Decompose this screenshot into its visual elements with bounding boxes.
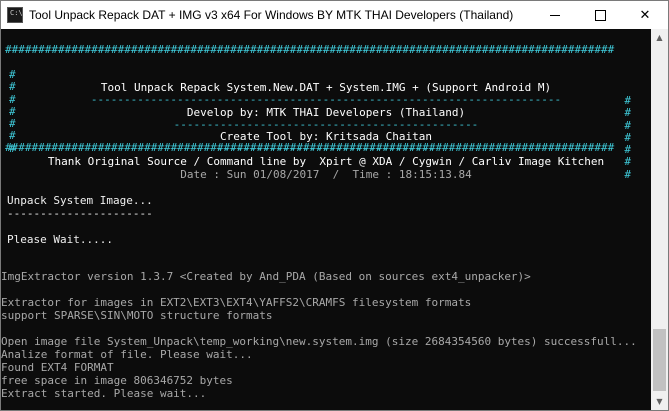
minimize-icon (550, 14, 560, 16)
chevron-up-icon: ▲ (656, 33, 663, 42)
output-line: ImgExtractor version 1.3.7 <Created by A… (1, 270, 531, 283)
banner-row: # --------------------------------- # (1, 116, 651, 168)
output-line: Open image file System_Unpack\temp_worki… (1, 335, 637, 348)
output-line: Found EXT4 FORMAT (1, 361, 114, 374)
console-window: C:\ Tool Unpack Repack DAT + IMG v3 x64 … (0, 0, 669, 411)
banner-row: # --------------------------------------… (1, 67, 651, 119)
window-title: Tool Unpack Repack DAT + IMG v3 x64 For … (29, 8, 514, 22)
output-line: Extractor for images in EXT2\EXT3\EXT4\Y… (1, 296, 472, 309)
scroll-down-button[interactable]: ▼ (651, 393, 668, 410)
banner-border-bottom: ########################################… (5, 141, 615, 154)
console-app-icon-label: C:\ (10, 9, 23, 17)
close-icon: ✕ (639, 7, 651, 23)
status-heading: Unpack System Image... (7, 194, 153, 207)
chevron-down-icon: ▼ (656, 397, 663, 406)
minimize-button[interactable] (532, 1, 578, 29)
banner-credits: Thank Original Source / Command line by … (47, 155, 605, 168)
status-underline: ---------------------- (7, 207, 153, 220)
output-line: support SPARSE\SIN\MOTO structure format… (1, 309, 273, 322)
scrollbar-thumb[interactable] (653, 329, 666, 391)
title-bar[interactable]: C:\ Tool Unpack Repack DAT + IMG v3 x64 … (1, 1, 668, 29)
console-output[interactable]: ########################################… (1, 29, 651, 410)
output-line: Analize format of file. Please wait... (1, 348, 253, 361)
output-line: free space in image 806346752 bytes (1, 374, 233, 387)
maximize-button[interactable] (577, 1, 623, 29)
datetime-line: Date : Sun 01/08/2017 / Time : 18:15:13.… (180, 168, 472, 181)
scroll-up-button[interactable]: ▲ (651, 29, 668, 46)
vertical-scrollbar[interactable]: ▲ ▼ (651, 29, 668, 410)
console-app-icon[interactable]: C:\ (7, 7, 23, 23)
maximize-icon (594, 9, 606, 21)
status-wait: Please Wait..... (7, 233, 113, 246)
close-button[interactable]: ✕ (622, 1, 668, 29)
output-line: Extract started. Please wait... (1, 387, 207, 400)
